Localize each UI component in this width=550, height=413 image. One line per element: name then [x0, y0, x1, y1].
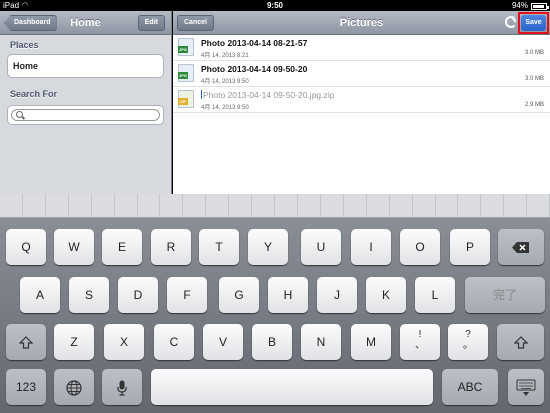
- refresh-icon[interactable]: [505, 16, 517, 28]
- key-exclamation-top: !: [418, 329, 422, 340]
- key-c[interactable]: C: [154, 324, 194, 360]
- left-panel: Home Dashboard Edit Places Home Search F…: [0, 11, 172, 194]
- key-t[interactable]: T: [199, 229, 239, 265]
- key-question-top: ?: [465, 329, 471, 340]
- text-cursor: [201, 90, 202, 99]
- key-exclamation[interactable]: ! 、: [400, 324, 440, 360]
- key-question-bottom: 。: [463, 340, 473, 351]
- key-j[interactable]: J: [317, 277, 357, 313]
- file-name: Photo 2013-04-14 09-50-20: [201, 64, 308, 74]
- microphone-key[interactable]: [102, 369, 142, 405]
- left-navbar: Home Dashboard Edit: [0, 11, 171, 35]
- numbers-key[interactable]: 123: [6, 369, 46, 405]
- places-item-home[interactable]: Home: [7, 54, 164, 78]
- search-input[interactable]: [11, 109, 160, 121]
- shift-key[interactable]: [6, 324, 46, 360]
- zip-file-icon: ZIP: [178, 90, 194, 108]
- search-field-container: [7, 105, 164, 125]
- backspace-key[interactable]: [498, 229, 544, 265]
- key-u[interactable]: U: [301, 229, 341, 265]
- hide-keyboard-icon: [516, 379, 536, 396]
- key-exclamation-bottom: 、: [415, 340, 425, 351]
- shift-icon: [513, 336, 528, 349]
- key-b[interactable]: B: [252, 324, 292, 360]
- status-bar: iPad ◠ 9:50 94%: [0, 0, 550, 11]
- key-w[interactable]: W: [54, 229, 94, 265]
- save-highlight: Save: [518, 12, 549, 34]
- dashboard-back-button[interactable]: Dashboard: [4, 15, 57, 31]
- file-name-input[interactable]: Photo 2013-04-14 09-50-20.jpg.zip: [201, 90, 334, 100]
- file-row[interactable]: JPG Photo 2013-04-14 09-50-20 4月 14, 201…: [173, 61, 550, 87]
- key-l[interactable]: L: [415, 277, 455, 313]
- key-i[interactable]: I: [351, 229, 391, 265]
- file-date: 4月 14, 2013 9:50: [201, 105, 249, 111]
- search-icon: [16, 111, 23, 118]
- globe-key[interactable]: [54, 369, 94, 405]
- file-row[interactable]: JPG Photo 2013-04-14 08-21-57 4月 14, 201…: [173, 35, 550, 61]
- shift-icon: [18, 336, 34, 349]
- file-name: Photo 2013-04-14 08-21-57: [201, 38, 308, 48]
- done-key[interactable]: 完了: [465, 277, 545, 313]
- status-time: 9:50: [266, 1, 283, 10]
- battery-percent: 94%: [511, 1, 528, 10]
- key-m[interactable]: M: [351, 324, 391, 360]
- jpg-file-icon: JPG: [178, 64, 194, 82]
- backspace-icon: [512, 242, 529, 254]
- key-r[interactable]: R: [151, 229, 191, 265]
- file-row-editing[interactable]: ZIP Photo 2013-04-14 09-50-20.jpg.zip 4月…: [173, 87, 550, 113]
- key-o[interactable]: O: [400, 229, 440, 265]
- key-k[interactable]: K: [366, 277, 406, 313]
- key-g[interactable]: G: [219, 277, 259, 313]
- key-s[interactable]: S: [69, 277, 109, 313]
- file-size: 3.0 MB: [524, 76, 544, 82]
- file-date: 4月 14, 2013 8:21: [201, 53, 249, 59]
- right-navbar: Pictures Cancel Save: [173, 11, 550, 35]
- battery-icon: [531, 3, 549, 10]
- right-panel: Pictures Cancel Save JPG Photo 2013-04-1…: [173, 11, 550, 194]
- shift-key-right[interactable]: [497, 324, 544, 360]
- key-h[interactable]: H: [268, 277, 308, 313]
- cancel-button[interactable]: Cancel: [177, 15, 214, 31]
- key-y[interactable]: Y: [248, 229, 288, 265]
- globe-icon: [66, 380, 82, 396]
- key-z[interactable]: Z: [54, 324, 94, 360]
- right-nav-title: Pictures: [339, 17, 384, 29]
- key-q[interactable]: Q: [6, 229, 46, 265]
- space-key[interactable]: [151, 369, 433, 405]
- file-date: 4月 14, 2013 9:50: [201, 79, 249, 85]
- key-n[interactable]: N: [301, 324, 341, 360]
- key-a[interactable]: A: [20, 277, 60, 313]
- edit-button[interactable]: Edit: [137, 15, 165, 31]
- key-v[interactable]: V: [203, 324, 243, 360]
- keyboard: Q W E R T Y U I O P A S D F G H J K L 完了…: [0, 194, 550, 413]
- key-question[interactable]: ? 。: [448, 324, 488, 360]
- save-button[interactable]: Save: [521, 15, 546, 31]
- search-header: Search For: [10, 89, 58, 99]
- key-p[interactable]: P: [450, 229, 490, 265]
- jpg-file-icon: JPG: [178, 38, 194, 56]
- file-size: 3.0 MB: [524, 50, 544, 56]
- microphone-icon: [117, 380, 127, 396]
- places-header: Places: [10, 40, 39, 50]
- candidate-bar: [0, 194, 550, 218]
- abc-key[interactable]: ABC: [442, 369, 498, 405]
- key-f[interactable]: F: [167, 277, 207, 313]
- key-x[interactable]: X: [104, 324, 144, 360]
- key-e[interactable]: E: [102, 229, 142, 265]
- key-d[interactable]: D: [118, 277, 158, 313]
- file-size: 2.9 MB: [524, 102, 544, 108]
- hide-keyboard-key[interactable]: [508, 369, 544, 405]
